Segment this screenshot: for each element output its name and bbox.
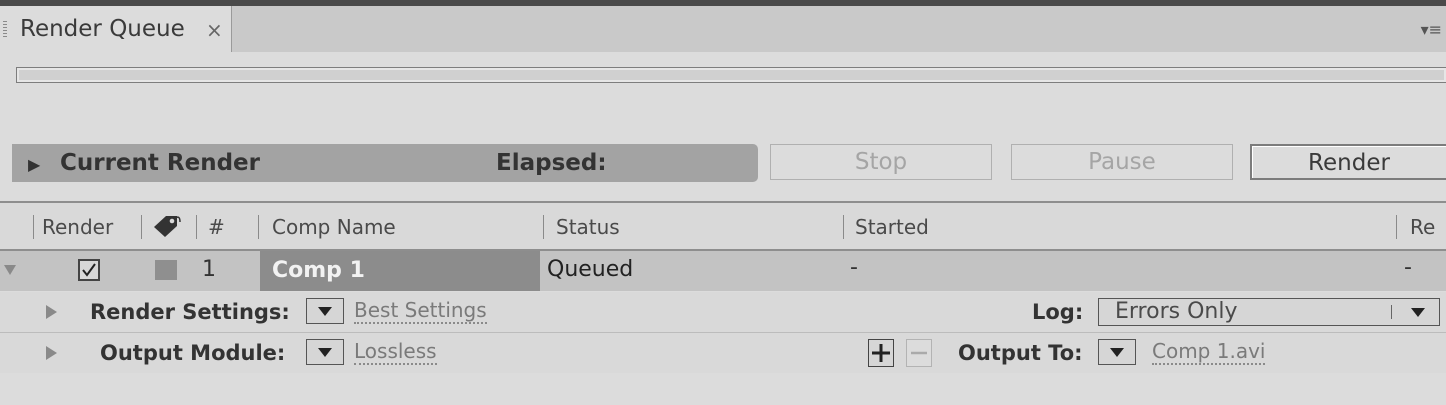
render-settings-row: Render Settings: Best Settings Log: Erro… [0, 292, 1446, 333]
render-progress-bar [16, 67, 1446, 83]
log-select-value: Errors Only [1115, 299, 1238, 324]
column-header-render-time[interactable]: Re [1410, 215, 1435, 239]
column-divider[interactable] [141, 215, 142, 239]
remove-output-module-button[interactable] [906, 339, 932, 367]
elapsed-label: Elapsed: [496, 150, 607, 176]
output-module-dropdown[interactable] [306, 339, 344, 365]
stop-button[interactable]: Stop [770, 144, 992, 180]
chevron-down-icon [1411, 308, 1425, 317]
add-output-module-button[interactable] [868, 339, 894, 367]
render-checkbox[interactable] [78, 259, 100, 281]
render-settings-dropdown[interactable] [306, 298, 344, 324]
column-header-render[interactable]: Render [42, 215, 113, 239]
output-module-row: Output Module: Lossless Output To: Comp … [0, 333, 1446, 373]
panel-tab-strip: Render Queue × ▾≡ [0, 6, 1446, 53]
checkmark-icon [82, 263, 96, 277]
column-divider[interactable] [543, 215, 544, 239]
column-header-comp-name[interactable]: Comp Name [272, 215, 396, 239]
label-tag-icon[interactable] [150, 213, 182, 239]
output-module-link[interactable]: Lossless [354, 339, 437, 365]
column-header-number[interactable]: # [208, 215, 225, 239]
close-icon[interactable]: × [206, 18, 223, 42]
output-to-link[interactable]: Comp 1.avi [1152, 339, 1266, 365]
table-row[interactable]: 1 Comp 1 Queued - - [0, 251, 1446, 291]
drag-grip-icon[interactable] [3, 21, 7, 37]
queue-column-headers: Render # Comp Name Status Started Re [0, 201, 1446, 251]
started-text: - [850, 255, 858, 280]
column-header-started[interactable]: Started [855, 215, 929, 239]
current-render-bar[interactable]: ▶ Current Render Elapsed: [12, 144, 758, 182]
column-divider[interactable] [33, 215, 34, 239]
column-divider[interactable] [1396, 215, 1397, 239]
panel-menu-icon[interactable]: ▾≡ [1421, 20, 1442, 39]
twirl-down-icon[interactable] [4, 265, 16, 275]
comp-name-cell[interactable]: Comp 1 [260, 251, 540, 291]
log-label: Log: [1032, 300, 1084, 324]
minus-icon [911, 351, 927, 355]
twirl-right-icon[interactable]: ▶ [28, 155, 40, 174]
output-module-label: Output Module: [100, 341, 286, 365]
status-text: Queued [547, 257, 634, 282]
select-divider [1391, 305, 1392, 319]
label-color-swatch[interactable] [155, 260, 177, 280]
plus-icon [872, 344, 890, 362]
queue-index: 1 [202, 257, 216, 282]
output-to-label: Output To: [958, 341, 1083, 365]
column-header-status[interactable]: Status [556, 215, 620, 239]
output-to-dropdown[interactable] [1098, 339, 1136, 365]
comp-name-text: Comp 1 [272, 258, 365, 283]
column-divider[interactable] [843, 215, 844, 239]
column-divider[interactable] [196, 215, 197, 239]
twirl-right-icon[interactable] [46, 305, 57, 319]
render-settings-link[interactable]: Best Settings [354, 298, 487, 324]
current-render-title: Current Render [60, 150, 261, 176]
pause-button[interactable]: Pause [1011, 144, 1233, 180]
column-divider[interactable] [258, 215, 259, 239]
tab-title: Render Queue [20, 16, 185, 42]
render-settings-label: Render Settings: [90, 300, 290, 324]
log-select[interactable]: Errors Only [1098, 298, 1440, 326]
render-time-text: - [1404, 255, 1412, 280]
render-button[interactable]: Render [1250, 144, 1446, 180]
render-queue-panel: ▶ Current Render Elapsed: Stop Pause Ren… [0, 52, 1446, 405]
tab-render-queue[interactable]: Render Queue × [0, 6, 232, 53]
twirl-right-icon[interactable] [46, 346, 57, 360]
